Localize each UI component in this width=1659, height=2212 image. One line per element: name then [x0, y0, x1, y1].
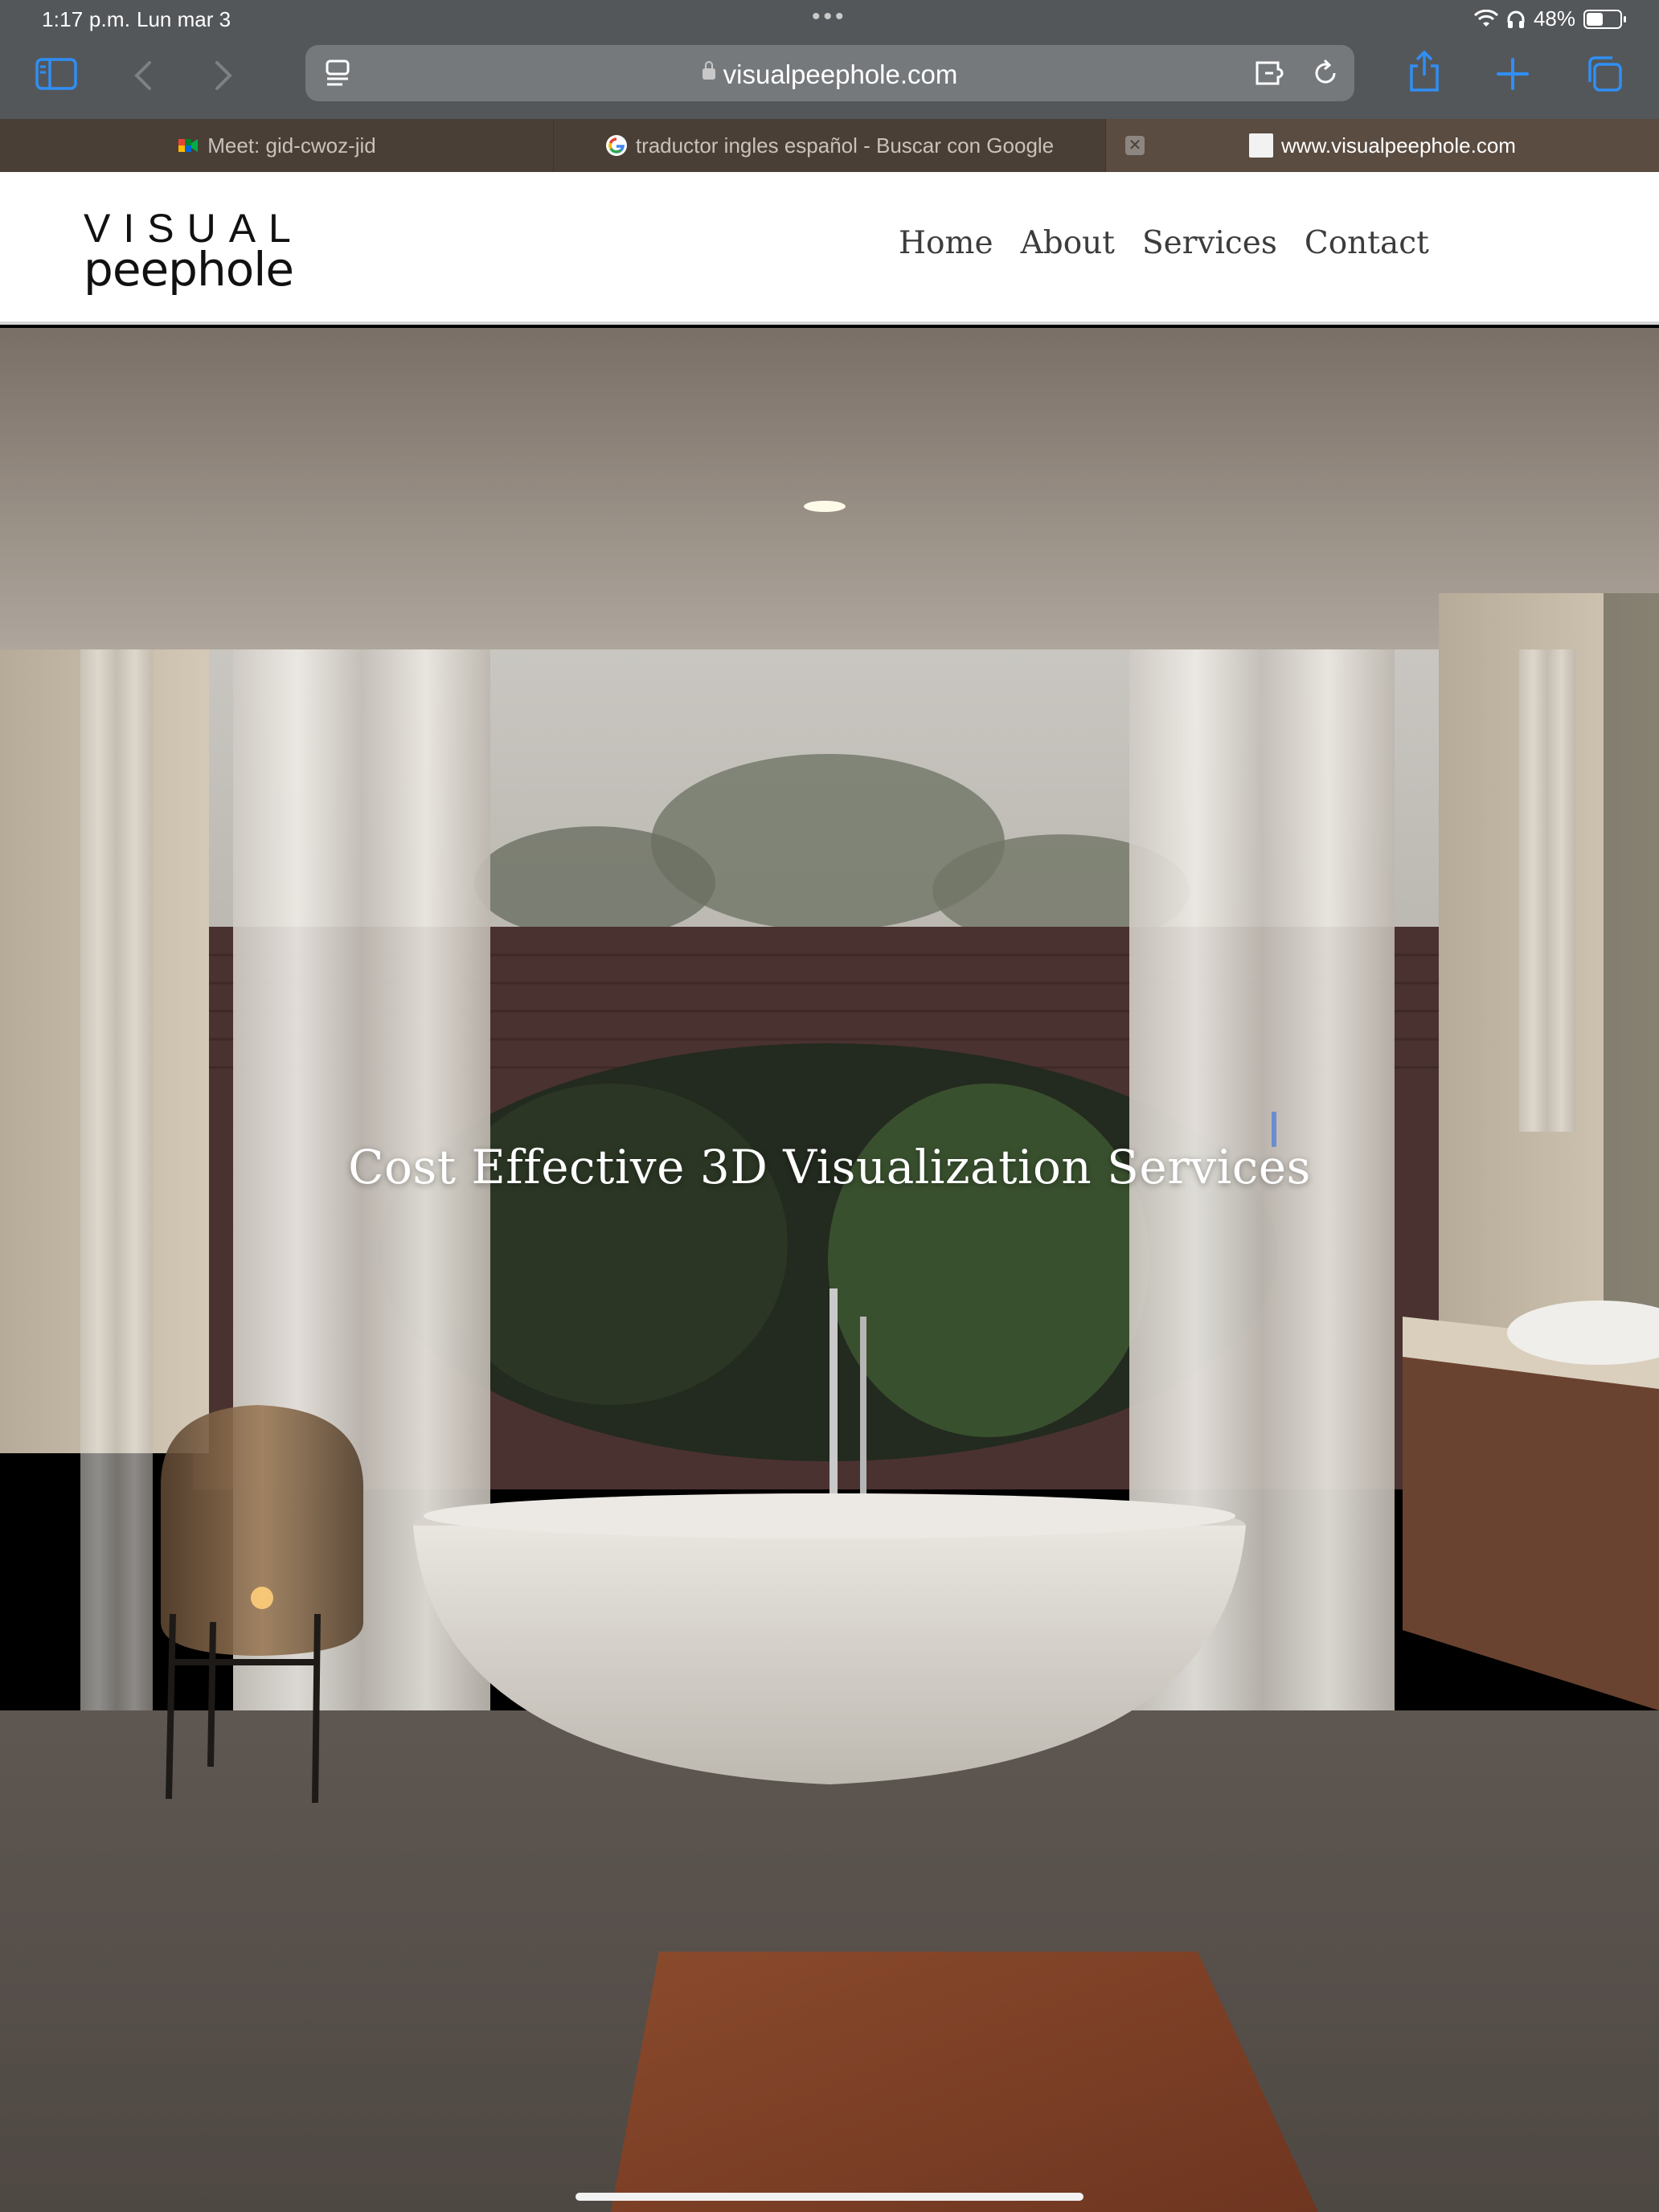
tab-meet[interactable]: Meet: gid-cwoz-jid	[0, 119, 554, 172]
battery-icon	[1583, 9, 1626, 29]
page-icon	[1249, 133, 1274, 158]
google-meet-icon	[178, 139, 199, 152]
headphones-icon	[1507, 10, 1525, 28]
multitasking-dots-icon[interactable]: •••	[812, 3, 847, 31]
tab-overview-icon[interactable]	[1585, 55, 1624, 93]
tab-bar: Meet: gid-cwoz-jid traductor ingles espa…	[0, 119, 1659, 172]
nav-home[interactable]: Home	[899, 225, 993, 261]
nav-services[interactable]: Services	[1142, 225, 1277, 261]
battery-percent: 48%	[1533, 6, 1575, 31]
hero-section: Cost Effective 3D Visualization Services	[0, 328, 1659, 2212]
forward-icon[interactable]	[214, 59, 233, 92]
main-nav: Home About Services Contact	[899, 225, 1429, 261]
text-cursor	[1272, 1112, 1276, 1147]
logo[interactable]: VISUAL peephole	[84, 207, 304, 293]
hero-bathroom-image	[0, 328, 1659, 2212]
tab-google-search[interactable]: traductor ingles español - Buscar con Go…	[554, 119, 1106, 172]
lock-icon	[702, 61, 715, 80]
close-tab-icon[interactable]: ✕	[1125, 136, 1145, 155]
share-icon[interactable]	[1407, 50, 1442, 93]
tab-visualpeephole[interactable]: ✕ www.visualpeephole.com	[1106, 119, 1659, 172]
home-indicator[interactable]	[576, 2193, 1083, 2201]
logo-bottom-text: peephole	[84, 242, 294, 297]
sidebar-icon[interactable]	[35, 56, 77, 92]
site-header: VISUAL peephole Home About Services Cont…	[0, 172, 1659, 325]
address-bar[interactable]: visualpeephole.com	[305, 45, 1354, 101]
wifi-icon	[1473, 9, 1498, 27]
reload-icon[interactable]	[1310, 58, 1341, 88]
address-url[interactable]: visualpeephole.com	[305, 59, 1354, 90]
back-icon[interactable]	[133, 59, 153, 92]
status-indicators: 48%	[1473, 6, 1626, 31]
hero-title: Cost Effective 3D Visualization Services	[348, 1140, 1311, 1194]
new-tab-icon[interactable]	[1497, 58, 1529, 90]
nav-contact[interactable]: Contact	[1305, 225, 1429, 261]
status-time: 1:17 p.m.	[42, 7, 131, 31]
google-icon	[605, 135, 627, 156]
status-date: Lun mar 3	[137, 7, 231, 31]
browser-toolbar: visualpeephole.com	[0, 39, 1659, 119]
status-bar: 1:17 p.m. Lun mar 3 ••• 48%	[0, 0, 1659, 39]
extension-icon[interactable]	[1254, 58, 1289, 88]
nav-about[interactable]: About	[1021, 225, 1115, 261]
